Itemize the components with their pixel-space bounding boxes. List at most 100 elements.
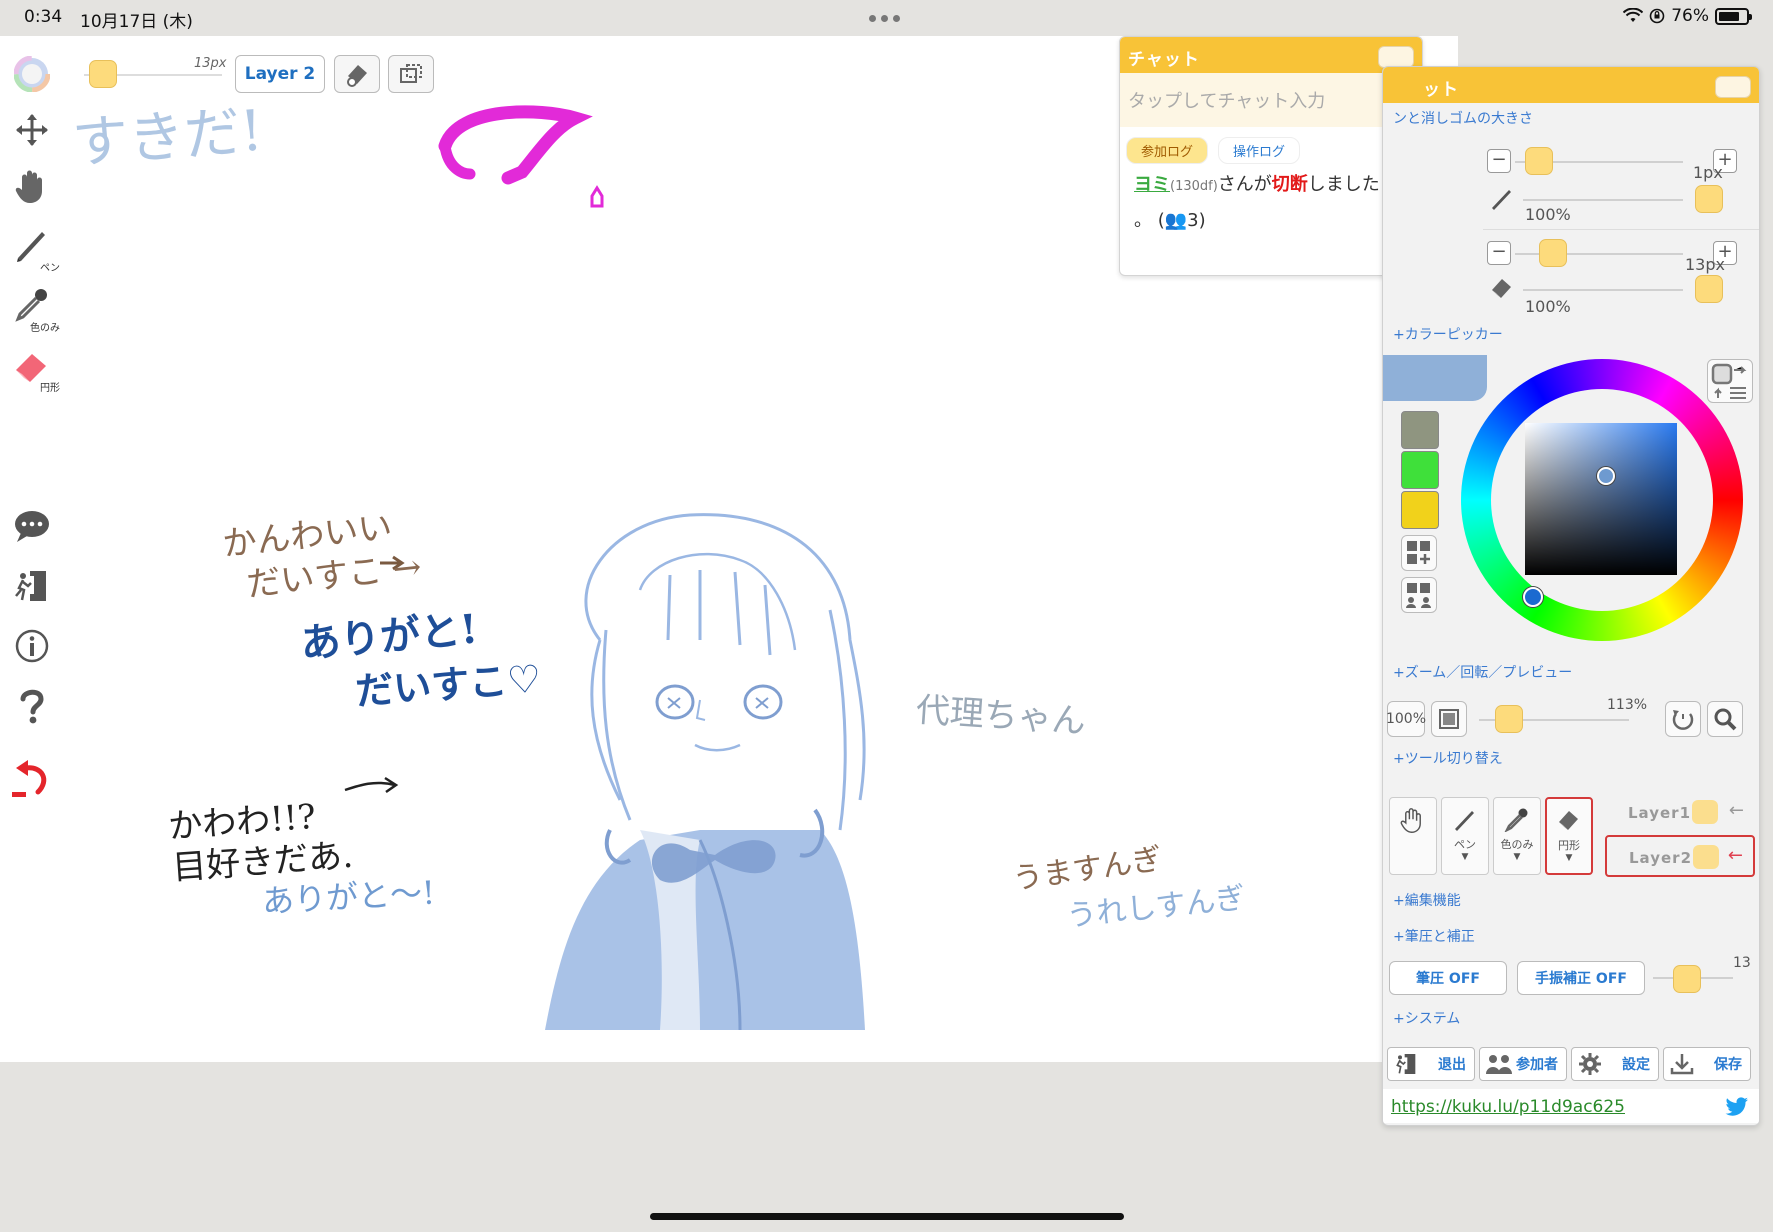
- save-button[interactable]: 保存: [1663, 1047, 1751, 1081]
- tool-pen[interactable]: ペン ▼: [1441, 797, 1489, 875]
- status-icons: 76%: [1623, 6, 1752, 26]
- palette-swatch[interactable]: [1401, 451, 1439, 489]
- clock: 0:34: [24, 7, 63, 27]
- home-indicator[interactable]: [650, 1213, 1124, 1220]
- color-wheel-button[interactable]: [8, 50, 56, 98]
- palette-swatch[interactable]: [1401, 491, 1439, 529]
- panel-minimize-toggle[interactable]: [1715, 76, 1751, 98]
- dropper-tool-button[interactable]: 色のみ: [8, 280, 60, 334]
- share-palette-button[interactable]: [1401, 577, 1437, 613]
- gear-icon: [1579, 1053, 1601, 1075]
- fit-screen-icon: [1439, 709, 1459, 729]
- dropper-icon: [15, 289, 47, 322]
- tool-eraser-label: 円形: [1558, 839, 1580, 852]
- settings-button[interactable]: 設定: [1571, 1047, 1659, 1081]
- twitter-bird-icon[interactable]: [1725, 1097, 1749, 1117]
- tab-join-log[interactable]: 参加ログ: [1126, 137, 1209, 164]
- pressure-toggle[interactable]: 筆圧 OFF: [1389, 961, 1507, 995]
- dropdown-triangle-icon: ▼: [1513, 852, 1521, 862]
- transform-button[interactable]: [388, 55, 434, 93]
- pen-opacity-value: 100%: [1525, 205, 1571, 224]
- pressure-controls: 筆圧 OFF 手振補正 OFF 13: [1383, 955, 1759, 997]
- dropdown-triangle-icon: ▼: [1461, 852, 1469, 862]
- members-button[interactable]: 参加者: [1479, 1047, 1567, 1081]
- chat-input[interactable]: タップしてチャット入力: [1120, 73, 1422, 127]
- layer-button[interactable]: Layer 2: [235, 55, 325, 93]
- eraser-size-value: 13px: [1685, 255, 1725, 274]
- eraser-opacity-slider[interactable]: [1523, 289, 1683, 291]
- tool-panel: ット ンと消しゴムの大きさ − + 1px 100% − + 13px 100%…: [1382, 66, 1760, 1126]
- rotate-reset-button[interactable]: [1665, 701, 1701, 737]
- eraser-tool-button[interactable]: 円形: [8, 340, 60, 394]
- panel-header[interactable]: ット: [1383, 67, 1759, 103]
- undo-button[interactable]: [8, 754, 56, 802]
- hue-cursor[interactable]: [1523, 587, 1543, 607]
- wifi-icon: [1623, 8, 1644, 22]
- pen-opacity-slider[interactable]: [1523, 199, 1683, 201]
- layer-2-opacity-knob[interactable]: [1693, 845, 1719, 869]
- section-color-picker[interactable]: +カラーピッカー: [1383, 319, 1503, 351]
- canvas-text: すきだ!: [70, 98, 265, 177]
- pen-size-minus[interactable]: −: [1487, 149, 1511, 173]
- section-pen-eraser-size[interactable]: ンと消しゴムの大きさ: [1383, 103, 1533, 135]
- battery-percent: 76%: [1671, 6, 1709, 26]
- section-edit[interactable]: +編集機能: [1383, 885, 1461, 917]
- users-icon: [1486, 1055, 1512, 1074]
- zoom-reset-button[interactable]: 100%: [1386, 701, 1426, 737]
- pen-size-knob[interactable]: [1525, 147, 1553, 175]
- eraser-icon: [16, 354, 46, 382]
- add-palette-button[interactable]: [1401, 535, 1437, 571]
- chat-message-line2: 。 (👥3): [1134, 210, 1206, 231]
- tool-pen-label: ペン: [1454, 838, 1476, 851]
- tool-hand[interactable]: [1389, 797, 1437, 875]
- layer-1-opacity-knob[interactable]: [1692, 800, 1718, 824]
- palette-swap-button[interactable]: [1707, 359, 1753, 403]
- sv-cursor[interactable]: [1597, 467, 1615, 485]
- exit-button[interactable]: 退出: [1387, 1047, 1475, 1081]
- exit-label: 退出: [1438, 1057, 1466, 1073]
- zoom-knob[interactable]: [1495, 705, 1523, 733]
- multitask-dots[interactable]: [869, 15, 900, 22]
- stabilizer-toggle[interactable]: 手振補正 OFF: [1517, 961, 1645, 995]
- chat-header[interactable]: チャット: [1120, 37, 1422, 73]
- system-buttons: 退出 参加者 設定 保存: [1383, 1047, 1759, 1083]
- pen-tool-button[interactable]: ペン: [8, 220, 60, 274]
- move-icon: [16, 114, 48, 146]
- eraser-size-knob[interactable]: [1539, 239, 1567, 267]
- info-icon: [15, 629, 49, 663]
- chat-minimize-toggle[interactable]: [1378, 46, 1414, 68]
- room-url-link[interactable]: https://kuku.lu/p11d9ac625: [1391, 1097, 1625, 1117]
- section-system[interactable]: +システム: [1383, 1003, 1460, 1035]
- dropper-tool-label: 色のみ: [30, 323, 60, 334]
- stabilizer-knob[interactable]: [1673, 965, 1701, 993]
- tool-dropper[interactable]: 色のみ ▼: [1493, 797, 1541, 875]
- chat-button[interactable]: [8, 502, 56, 550]
- eraser-opacity-knob[interactable]: [1695, 275, 1723, 303]
- section-pressure[interactable]: +筆圧と補正: [1383, 921, 1475, 953]
- hand-tool-button[interactable]: [8, 162, 56, 210]
- layer-2-row-selected[interactable]: Layer2 ←: [1605, 835, 1755, 877]
- arrow-left-icon: ←: [1727, 845, 1743, 866]
- grid-users-icon: [1406, 583, 1431, 608]
- move-tool-button[interactable]: [8, 106, 56, 154]
- tool-eraser-selected[interactable]: 円形 ▼: [1545, 797, 1593, 875]
- save-label: 保存: [1714, 1057, 1742, 1073]
- tab-operation-log[interactable]: 操作ログ: [1218, 137, 1301, 164]
- saturation-value-square[interactable]: [1525, 423, 1677, 575]
- eraser-size-minus[interactable]: −: [1487, 241, 1511, 265]
- eraser-mode-button[interactable]: [334, 55, 380, 93]
- exit-button[interactable]: [8, 562, 56, 610]
- fit-screen-button[interactable]: [1431, 701, 1467, 737]
- preview-button[interactable]: [1707, 701, 1743, 737]
- chat-username[interactable]: ヨミ: [1134, 174, 1170, 195]
- canvas-text: ありがと〜!: [261, 873, 436, 921]
- help-button[interactable]: [8, 682, 56, 730]
- section-tool-switch[interactable]: +ツール切り替え: [1383, 743, 1503, 775]
- download-icon: [1670, 1054, 1694, 1075]
- section-zoom-rotate[interactable]: +ズーム／回転／プレビュー: [1383, 657, 1572, 689]
- info-button[interactable]: [8, 622, 56, 670]
- pen-opacity-knob[interactable]: [1695, 185, 1723, 213]
- brush-size-knob[interactable]: [89, 60, 117, 88]
- layer-1-row[interactable]: Layer1 ←: [1605, 791, 1755, 833]
- palette-swatch[interactable]: [1401, 411, 1439, 449]
